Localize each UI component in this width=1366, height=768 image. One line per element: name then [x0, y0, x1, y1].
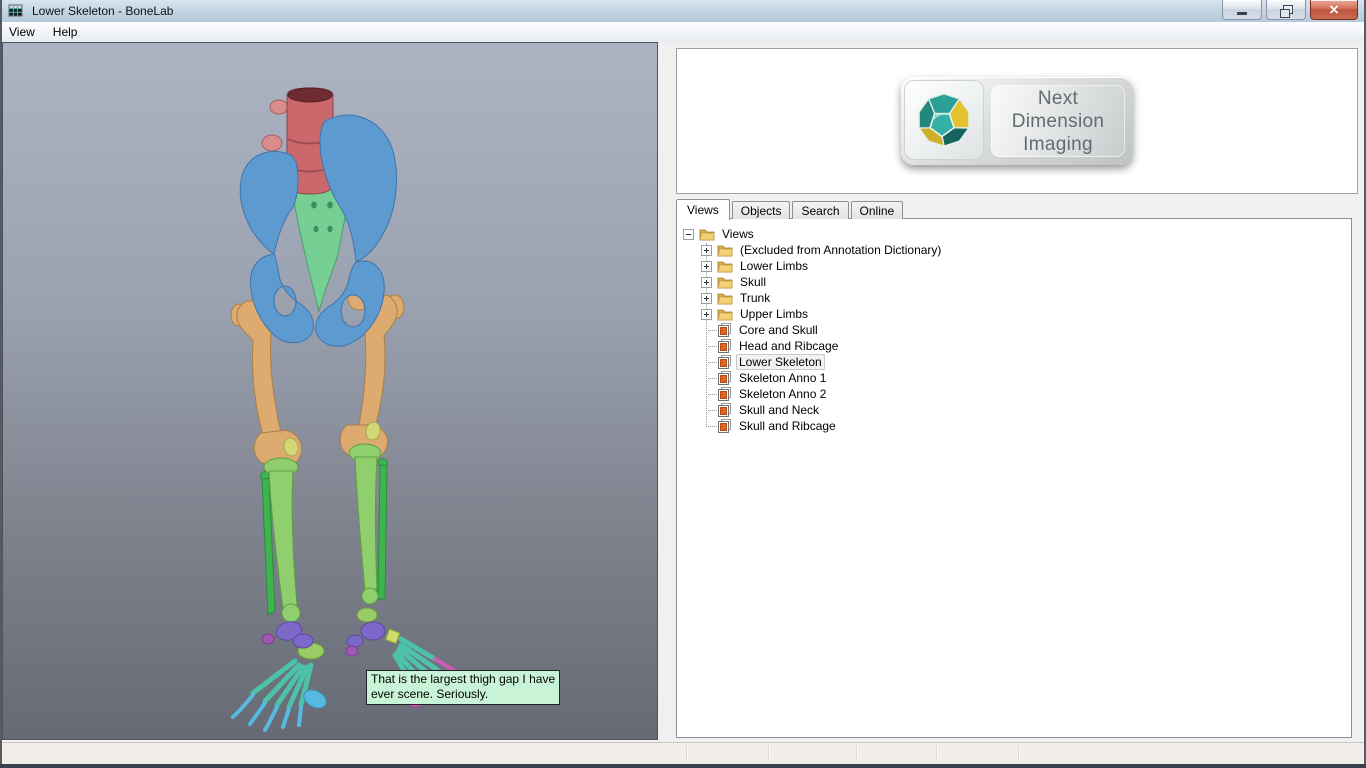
dodecahedron-logo-icon [904, 80, 984, 160]
tree-item-skull-and-neck[interactable]: Skull and Neck [677, 402, 1351, 418]
branding-text: Next Dimension Imaging [991, 85, 1125, 157]
menu-bar: ViewHelp [0, 22, 1366, 42]
annotation-callout: That is the largest thigh gap I have eve… [366, 670, 560, 705]
close-icon [1329, 5, 1339, 14]
tree-item-trunk[interactable]: Trunk [677, 290, 1351, 306]
tree-item-label: Upper Limbs [737, 306, 811, 322]
tree-item-label: (Excluded from Annotation Dictionary) [737, 242, 944, 258]
folder-icon [717, 308, 733, 321]
restore-button[interactable] [1266, 0, 1306, 20]
tree-connector [706, 394, 717, 395]
view-icon [717, 371, 732, 385]
tree-item-core-and-skull[interactable]: Core and Skull [677, 322, 1351, 338]
minimize-button[interactable] [1222, 0, 1262, 20]
window-border-left [0, 0, 2, 764]
expand-toggle[interactable] [701, 277, 712, 288]
view-icon [717, 403, 732, 417]
tree-item-skeleton-anno-2[interactable]: Skeleton Anno 2 [677, 386, 1351, 402]
tab-search[interactable]: Search [792, 201, 848, 219]
tree-item-label: Core and Skull [736, 322, 821, 338]
view-icon [717, 355, 732, 369]
status-bar [0, 742, 1366, 765]
tab-objects[interactable]: Objects [732, 201, 791, 219]
title-bar: Lower Skeleton - BoneLab [0, 0, 1366, 23]
tab-online[interactable]: Online [851, 201, 904, 219]
tree-item-label: Trunk [737, 290, 773, 306]
expand-toggle[interactable] [701, 245, 712, 256]
tree-item-skull[interactable]: Skull [677, 274, 1351, 290]
status-separator [686, 746, 687, 762]
folder-icon [717, 244, 733, 257]
tree-connector [706, 410, 717, 411]
view-icon [717, 339, 732, 353]
tree-connector [706, 346, 717, 347]
tree-item-head-and-ribcage[interactable]: Head and Ribcage [677, 338, 1351, 354]
tree-connector [706, 330, 717, 331]
branding-panel: Next Dimension Imaging [676, 48, 1358, 194]
tree-item-upper-limbs[interactable]: Upper Limbs [677, 306, 1351, 322]
tree-item-lower-skeleton[interactable]: Lower Skeleton [677, 354, 1351, 370]
skeleton-model [3, 43, 657, 739]
status-separator [856, 746, 857, 762]
annotation-line-2: ever scene. Seriously. [371, 687, 555, 702]
tree-item-label: Skull and Neck [736, 402, 822, 418]
viewport-3d[interactable]: That is the largest thigh gap I have eve… [2, 42, 658, 740]
tree-item-label: Head and Ribcage [736, 338, 841, 354]
next-dimension-imaging-banner[interactable]: Next Dimension Imaging [901, 77, 1133, 165]
menu-help[interactable]: Help [44, 22, 87, 42]
tree-item-label: Skeleton Anno 2 [736, 386, 829, 402]
expand-toggle[interactable] [701, 293, 712, 304]
tree-connector [706, 362, 717, 363]
annotation-line-1: That is the largest thigh gap I have [371, 672, 555, 687]
collapse-toggle[interactable] [683, 229, 694, 240]
tree-item-label: Skull and Ribcage [736, 418, 839, 434]
status-separator [1018, 746, 1019, 762]
branding-line-1: Next [1038, 87, 1078, 110]
views-tree: Views (Excluded from Annotation Dictiona… [676, 218, 1352, 738]
close-button[interactable] [1310, 0, 1358, 20]
tree-item-label: Lower Skeleton [736, 354, 825, 370]
expand-toggle[interactable] [701, 309, 712, 320]
expand-toggle[interactable] [701, 261, 712, 272]
tree-item-views[interactable]: Views [677, 226, 1351, 242]
branding-line-3: Imaging [1023, 133, 1093, 156]
window-title: Lower Skeleton - BoneLab [28, 4, 173, 18]
window-controls [1222, 0, 1358, 20]
view-icon [717, 419, 732, 433]
minimize-icon [1237, 12, 1247, 15]
tree-connector [706, 426, 717, 427]
tree-item-skull-and-ribcage[interactable]: Skull and Ribcage [677, 418, 1351, 434]
status-separator [768, 746, 769, 762]
menu-view[interactable]: View [0, 22, 44, 42]
app-icon [8, 4, 24, 18]
folder-icon [717, 292, 733, 305]
tab-views[interactable]: Views [676, 199, 730, 220]
tree-item-label: Views [719, 226, 757, 242]
tree-connector [706, 378, 717, 379]
tree-item-label: Lower Limbs [737, 258, 811, 274]
tree-item-lower-limbs[interactable]: Lower Limbs [677, 258, 1351, 274]
view-icon [717, 387, 732, 401]
tree-item-label: Skull [737, 274, 769, 290]
branding-line-2: Dimension [1012, 110, 1104, 133]
folder-icon [717, 276, 733, 289]
restore-icon [1283, 5, 1293, 14]
tree-item-excluded-from-annotation-dictionary[interactable]: (Excluded from Annotation Dictionary) [677, 242, 1351, 258]
tree-item-label: Skeleton Anno 1 [736, 370, 829, 386]
main-area: That is the largest thigh gap I have eve… [0, 42, 1366, 742]
folder-icon [717, 260, 733, 273]
folder-icon [699, 228, 715, 241]
bottom-edge [0, 764, 1366, 768]
right-panel: Next Dimension Imaging ViewsObjectsSearc… [660, 42, 1364, 742]
status-separator [936, 746, 937, 762]
tree-item-skeleton-anno-1[interactable]: Skeleton Anno 1 [677, 370, 1351, 386]
view-icon [717, 323, 732, 337]
tab-strip: ViewsObjectsSearchOnline [676, 199, 905, 219]
